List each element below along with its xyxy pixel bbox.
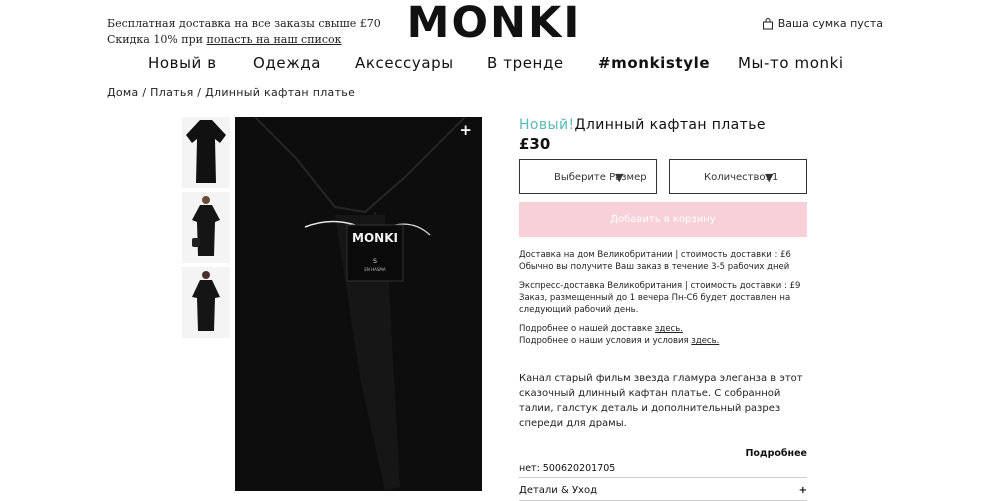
nav-item-new[interactable]: Новый в <box>148 54 217 72</box>
product-price: £30 <box>519 135 551 153</box>
home-delivery-info: Доставка на дом Великобритании | стоимос… <box>519 249 807 273</box>
terms-here-link[interactable]: здесь. <box>691 336 719 346</box>
thumbnail-2[interactable] <box>182 192 230 263</box>
express-delivery-line2: Заказ, размещенный до 1 вечера Пн-Сб буд… <box>519 293 791 303</box>
express-delivery-info: Экспресс-доставка Великобритания | стоим… <box>519 280 807 316</box>
product-name: Длинный кафтан платье <box>574 117 766 133</box>
nav-item-clothing[interactable]: Одежда <box>253 54 321 72</box>
product-options: Выберите Размер ▼ Количество: 1 ▼ <box>519 159 807 194</box>
discount-prefix: Скидка 10% при <box>107 33 207 46</box>
zoom-icon[interactable]: + <box>459 121 472 139</box>
size-dropdown-icon: ▼ <box>615 171 624 184</box>
breadcrumb[interactable]: Дома / Платья / Длинный кафтан платье <box>107 86 355 99</box>
details-care-toggle[interactable]: Детали & Уход + <box>519 485 807 496</box>
quantity-select[interactable]: Количество: 1 ▼ <box>669 159 807 194</box>
newsletter-link[interactable]: попасть на наш список <box>206 33 341 46</box>
monki-logo[interactable]: MONKI <box>392 0 596 48</box>
terms-more-text: Подробнее о наши условия и условия <box>519 336 692 346</box>
product-image[interactable]: MONKI S EN HASMA + <box>235 117 482 491</box>
cart-link[interactable]: Ваша сумка пуста <box>762 17 883 30</box>
home-delivery-line1: Доставка на дом Великобритании | стоимос… <box>519 250 791 260</box>
express-delivery-line3: следующий рабочий день. <box>519 305 639 315</box>
nav-item-trending[interactable]: В тренде <box>487 54 564 72</box>
main-nav: Новый в Одежда Аксессуары В тренде #monk… <box>0 54 1000 76</box>
more-details-link[interactable]: Подробнее <box>745 448 807 459</box>
discount-text: Скидка 10% при попасть на наш список <box>107 32 381 48</box>
product-info: Новый!Длинный кафтан платье £30 Выберите… <box>519 117 807 501</box>
nav-item-accessories[interactable]: Аксессуары <box>355 54 454 72</box>
cart-label: Ваша сумка пуста <box>777 17 883 30</box>
bag-icon <box>762 17 774 30</box>
shipping-info: Доставка на дом Великобритании | стоимос… <box>519 249 807 347</box>
new-badge: Новый! <box>519 117 575 133</box>
express-delivery-line1: Экспресс-доставка Великобритания | стоим… <box>519 281 801 291</box>
free-shipping-text: Бесплатная доставка на все заказы свыше … <box>107 17 381 30</box>
article-number: нет: 500620201705 <box>519 463 616 474</box>
size-select[interactable]: Выберите Размер ▼ <box>519 159 657 194</box>
delivery-more-text: Подробнее о нашей доставке <box>519 324 655 334</box>
logo-text: MONKI <box>407 0 582 42</box>
garment-label-fine: EN HASMA <box>364 267 386 272</box>
divider <box>519 477 807 478</box>
thumbnail-1[interactable] <box>182 117 230 188</box>
garment-label-size: S <box>373 258 377 265</box>
garment-label-brand: MONKI <box>352 231 398 245</box>
more-info-links: Подробнее о нашей доставке здесь. Подроб… <box>519 323 807 347</box>
promo-text: Бесплатная доставка на все заказы свыше … <box>107 16 381 48</box>
product-title: Новый!Длинный кафтан платье <box>519 117 807 133</box>
expand-plus-icon: + <box>798 485 807 496</box>
thumbnail-3[interactable] <box>182 267 230 338</box>
home-delivery-line2: Обычно вы получите Ваш заказ в течение 3… <box>519 262 790 272</box>
delivery-here-link[interactable]: здесь. <box>655 324 683 334</box>
add-to-cart-button[interactable]: Добавить в корзину <box>519 202 807 237</box>
nav-item-monkistyle[interactable]: #monkistyle <box>598 54 710 72</box>
thumbnail-list <box>182 117 230 342</box>
quantity-dropdown-icon: ▼ <box>765 171 774 184</box>
product-description: Канал старый фильм звезда гламура элеган… <box>519 373 803 429</box>
details-care-label: Детали & Уход <box>519 485 598 496</box>
size-select-label: Выберите Размер <box>554 172 647 183</box>
nav-item-about[interactable]: Мы-то monki <box>738 54 844 72</box>
